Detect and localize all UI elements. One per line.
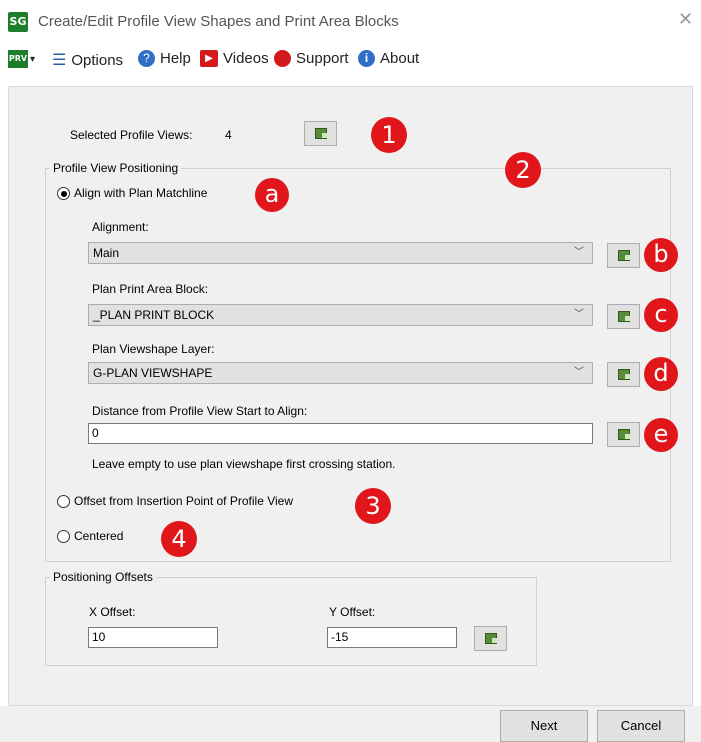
centered-label[interactable]: Centered [74, 529, 123, 543]
list-icon: ☰ [52, 52, 67, 69]
distance-label: Distance from Profile View Start to Alig… [92, 404, 308, 418]
pick-icon [618, 369, 630, 380]
pick-icon [315, 128, 327, 139]
print-area-block-value: _PLAN PRINT BLOCK [93, 308, 215, 322]
window-title: Create/Edit Profile View Shapes and Prin… [38, 13, 399, 30]
next-button[interactable]: Next [500, 710, 588, 742]
support-label: Support [296, 50, 349, 67]
pick-alignment-button[interactable] [607, 243, 640, 268]
cancel-button[interactable]: Cancel [597, 710, 685, 742]
pick-icon [485, 633, 497, 644]
y-offset-label: Y Offset: [329, 605, 376, 619]
offset-insertion-label[interactable]: Offset from Insertion Point of Profile V… [74, 494, 293, 508]
pick-distance-button[interactable] [607, 422, 640, 447]
align-matchline-label[interactable]: Align with Plan Matchline [74, 186, 207, 200]
pick-icon [618, 311, 630, 322]
support-headset-icon [274, 50, 291, 67]
print-area-block-dropdown[interactable]: _PLAN PRINT BLOCK ﹀ [88, 304, 593, 326]
prv-icon: PRV [8, 50, 28, 68]
distance-hint: Leave empty to use plan viewshape first … [92, 457, 396, 471]
offset-insertion-radio[interactable] [57, 495, 70, 508]
video-play-icon: ▶ [200, 50, 218, 67]
videos-label: Videos [223, 50, 269, 67]
chevron-down-icon: ﹀ [574, 309, 584, 320]
print-area-block-label: Plan Print Area Block: [92, 282, 209, 296]
selected-profile-views-label: Selected Profile Views: [70, 128, 193, 142]
about-label: About [380, 50, 420, 67]
options-menu[interactable]: ☰ Options [52, 50, 123, 70]
callout-badge-1: 1 [371, 117, 407, 153]
centered-radio[interactable] [57, 530, 70, 543]
callout-badge-2: 2 [505, 152, 541, 188]
chevron-down-icon: ﹀ [574, 367, 584, 378]
pick-icon [618, 429, 630, 440]
pick-icon [618, 250, 630, 261]
offsets-group-title: Positioning Offsets [50, 570, 156, 584]
callout-badge-4: 4 [161, 521, 197, 557]
options-label: Options [71, 51, 124, 69]
videos-menu[interactable]: ▶ Videos [200, 50, 269, 67]
support-menu[interactable]: Support [274, 50, 349, 67]
y-offset-input[interactable]: -15 [327, 627, 457, 648]
chevron-down-icon: ▾ [30, 53, 36, 65]
offsets-group [45, 577, 537, 666]
select-profile-views-button[interactable] [304, 121, 337, 146]
help-label: Help [160, 50, 191, 67]
viewshape-layer-value: G-PLAN VIEWSHAPE [93, 366, 213, 380]
align-matchline-radio[interactable] [57, 187, 70, 200]
distance-input[interactable]: 0 [88, 423, 593, 444]
callout-badge-a: a [255, 178, 289, 212]
close-icon[interactable]: ✕ [678, 9, 693, 30]
help-menu[interactable]: ? Help [138, 50, 191, 67]
prv-menu-button[interactable]: PRV ▾ [8, 50, 35, 68]
x-offset-input[interactable]: 10 [88, 627, 218, 648]
about-menu[interactable]: i About [358, 50, 419, 67]
pick-print-block-button[interactable] [607, 304, 640, 329]
viewshape-layer-label: Plan Viewshape Layer: [92, 342, 215, 356]
callout-badge-e: e [644, 418, 678, 452]
positioning-group-title: Profile View Positioning [50, 161, 182, 175]
x-offset-label: X Offset: [89, 605, 136, 619]
alignment-value: Main [93, 246, 120, 260]
callout-badge-d: d [644, 357, 678, 391]
viewshape-layer-dropdown[interactable]: G-PLAN VIEWSHAPE ﹀ [88, 362, 593, 384]
info-icon: i [358, 50, 375, 67]
callout-badge-c: c [644, 298, 678, 332]
callout-badge-b: b [644, 238, 678, 272]
chevron-down-icon: ﹀ [574, 247, 584, 258]
help-icon: ? [138, 50, 155, 67]
footer-bar [0, 706, 701, 742]
app-logo-icon: SG [8, 12, 28, 32]
pick-offset-button[interactable] [474, 626, 507, 651]
selected-count: 4 [225, 128, 232, 142]
pick-layer-button[interactable] [607, 362, 640, 387]
callout-badge-3: 3 [355, 488, 391, 524]
alignment-label: Alignment: [92, 220, 149, 234]
alignment-dropdown[interactable]: Main ﹀ [88, 242, 593, 264]
